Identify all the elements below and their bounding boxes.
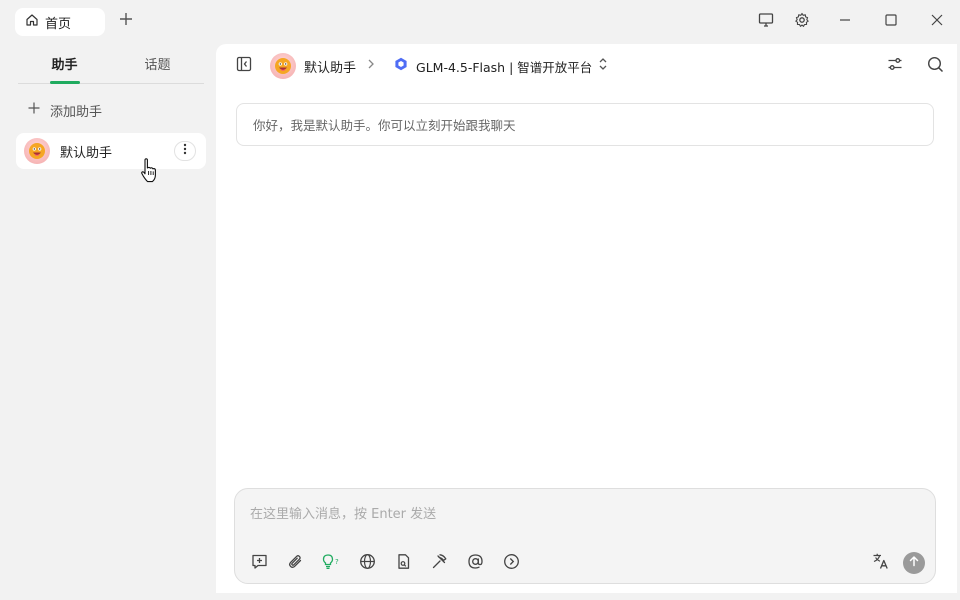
settings-button[interactable] <box>790 10 814 34</box>
file-icon <box>395 553 412 574</box>
new-topic-button[interactable] <box>247 551 271 575</box>
tab-home-label: 首页 <box>45 16 72 32</box>
gear-icon <box>794 12 810 32</box>
maximize-icon <box>884 13 898 31</box>
home-icon <box>25 13 39 31</box>
breadcrumb-assistant-name[interactable]: 默认助手 <box>304 57 356 76</box>
arrow-up-icon <box>908 555 920 571</box>
mcp-tools-button[interactable] <box>427 551 451 575</box>
search-icon <box>927 56 944 77</box>
more-vertical-icon <box>183 143 187 159</box>
close-icon <box>930 13 944 31</box>
tab-assistants[interactable]: 助手 <box>18 44 111 84</box>
knowledge-file-button[interactable] <box>391 551 415 575</box>
deep-thinking-button[interactable]: ? <box>319 551 343 575</box>
search-button[interactable] <box>923 54 947 78</box>
web-search-button[interactable] <box>355 551 379 575</box>
monitor-icon <box>758 12 774 32</box>
new-topic-icon <box>251 553 268 574</box>
assistant-name: 默认助手 <box>60 145 113 161</box>
sliders-icon <box>887 56 903 76</box>
model-selector[interactable]: GLM-4.5-Flash | 智谱开放平台 <box>416 57 592 76</box>
mention-model-button[interactable] <box>463 551 487 575</box>
hand-cursor-icon <box>140 158 158 188</box>
toggle-sidebar-button[interactable] <box>232 54 256 78</box>
svg-text:?: ? <box>335 558 339 566</box>
chat-panel: 默认助手 GLM-4.5-Flash | 智谱开放平台 你好，我是默认助手。你可… <box>216 44 957 593</box>
add-assistant-label: 添加助手 <box>50 104 103 120</box>
sidebar: 助手 话题 添加助手 默认助手 <box>0 44 216 600</box>
sidebar-tabs: 助手 话题 <box>18 44 204 84</box>
assistant-item-default[interactable]: 默认助手 <box>16 133 206 169</box>
monitor-button[interactable] <box>754 10 778 34</box>
assistant-avatar <box>24 138 50 164</box>
tab-home[interactable]: 首页 <box>15 8 105 36</box>
attachment-button[interactable] <box>283 551 307 575</box>
assistant-more-button[interactable] <box>174 141 196 161</box>
message-composer: 在这里输入消息，按 Enter 发送 ? <box>234 488 936 584</box>
plus-icon <box>28 102 40 118</box>
tools-icon <box>431 553 448 574</box>
web-search-icon <box>359 553 376 574</box>
title-bar: 首页 <box>0 0 960 44</box>
translate-icon <box>872 552 890 574</box>
new-tab-button[interactable] <box>116 11 136 31</box>
translate-button[interactable] <box>869 551 893 575</box>
expand-icon <box>503 553 520 574</box>
composer-right-actions <box>869 551 925 575</box>
chevron-updown-icon[interactable] <box>598 57 608 75</box>
minimize-icon <box>838 13 852 31</box>
chat-settings-button[interactable] <box>883 54 907 78</box>
thinking-icon: ? <box>321 553 341 574</box>
minimize-button[interactable] <box>833 10 857 34</box>
add-assistant-button[interactable]: 添加助手 <box>28 100 102 120</box>
plus-icon <box>119 12 133 30</box>
tab-topics[interactable]: 话题 <box>111 44 204 83</box>
more-tools-button[interactable] <box>499 551 523 575</box>
close-button[interactable] <box>925 10 949 34</box>
send-button[interactable] <box>903 552 925 574</box>
chat-topbar: 默认助手 GLM-4.5-Flash | 智谱开放平台 <box>216 44 957 88</box>
welcome-message: 你好，我是默认助手。你可以立刻开始跟我聊天 <box>236 103 934 146</box>
topbar-actions <box>883 54 947 78</box>
composer-toolbar: ? <box>247 551 523 575</box>
maximize-button[interactable] <box>879 10 903 34</box>
attachment-icon <box>287 553 304 574</box>
message-input[interactable]: 在这里输入消息，按 Enter 发送 <box>250 503 436 522</box>
mention-icon <box>467 553 484 574</box>
sidebar-toggle-icon <box>236 56 252 76</box>
zhipu-logo-icon <box>394 57 408 75</box>
breadcrumb-avatar[interactable] <box>270 53 296 79</box>
chevron-right-icon <box>366 58 376 74</box>
